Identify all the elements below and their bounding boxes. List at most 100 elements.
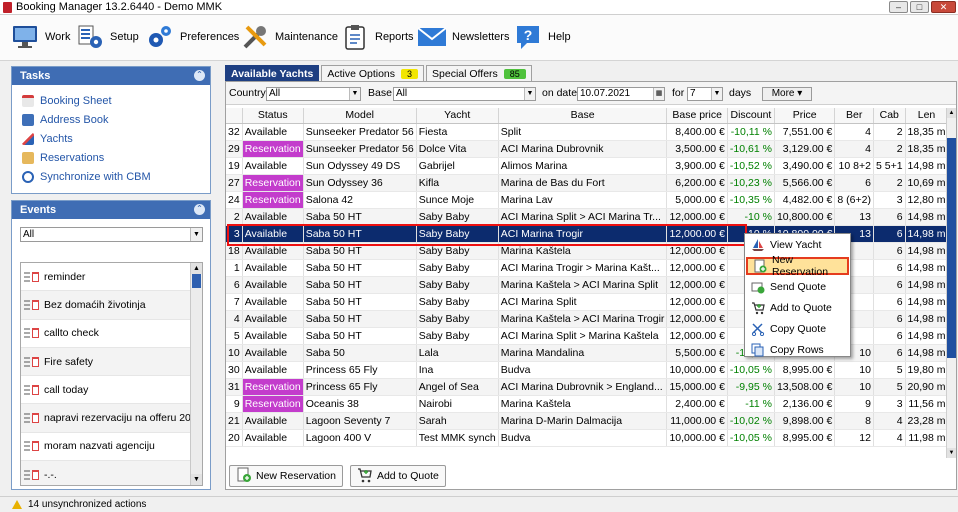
task-reservations[interactable]: Reservations — [22, 148, 210, 167]
cell-status: Available — [242, 361, 304, 379]
table-row[interactable]: 2 Available Saba 50 HT Saby Baby ACI Marina … — [226, 208, 946, 226]
scroll-up-icon[interactable]: ▲ — [947, 108, 956, 118]
close-button[interactable]: ✕ — [931, 1, 956, 13]
table-row[interactable]: 30 Available Princess 65 Fly Ina Budva 10,000… — [226, 361, 946, 379]
scroll-thumb[interactable] — [947, 138, 956, 358]
days-select[interactable]: 7 ▼ — [687, 87, 723, 101]
reports-button[interactable]: Reports — [340, 20, 414, 54]
tab-special-offers[interactable]: Special Offers 85 — [426, 65, 532, 81]
minimize-button[interactable]: – — [889, 1, 908, 13]
help-button[interactable]: ? Help — [513, 20, 571, 54]
table-row[interactable]: 19 Available Sun Odyssey 49 DS Gabrijel Alim… — [226, 157, 946, 175]
column-header-base[interactable]: Base — [498, 108, 668, 124]
column-header-length[interactable]: Len — [905, 108, 946, 124]
table-row[interactable]: 32 Available Sunseeker Predator 56 Fiesta Sp… — [226, 123, 946, 141]
column-header-yacht[interactable]: Yacht — [416, 108, 499, 124]
scroll-down-icon[interactable]: ▼ — [191, 474, 202, 485]
event-item[interactable]: callto check — [21, 320, 202, 348]
event-item[interactable]: Fire safety — [21, 347, 202, 377]
cell-yacht: Saby Baby — [416, 225, 499, 243]
event-icon — [23, 299, 41, 311]
event-icon — [23, 412, 41, 424]
table-row[interactable]: 9 Reservation Oceanis 38 Nairobi Marina Kašt… — [226, 395, 946, 413]
column-header-index[interactable] — [226, 108, 243, 124]
cell-base-price: 8,400.00 € — [666, 123, 728, 141]
cell-price: 2,136.00 € — [774, 395, 836, 413]
column-header-price[interactable]: Price — [774, 108, 836, 124]
table-row[interactable]: 27 Reservation Sun Odyssey 36 Kifla Marina d… — [226, 174, 946, 192]
table-row[interactable]: 21 Available Lagoon Seventy 7 Sarah Marina D… — [226, 412, 946, 430]
events-scrollbar[interactable]: ▲ ▼ — [190, 263, 202, 485]
table-row[interactable]: 24 Reservation Salona 42 Sunce Moje Marina L… — [226, 191, 946, 209]
column-header-model[interactable]: Model — [303, 108, 417, 124]
column-header-cabins[interactable]: Cab — [873, 108, 906, 124]
cell-price: 3,129.00 € — [774, 140, 836, 158]
menu-new-reservation[interactable]: New Reservation — [746, 254, 849, 278]
date-input[interactable]: 10.07.2021 ▦ — [577, 87, 665, 101]
event-item[interactable]: -.-. — [21, 461, 202, 485]
table-row[interactable]: 31 Reservation Princess 65 Fly Angel of Sea… — [226, 378, 946, 396]
column-header-status[interactable]: Status — [242, 108, 304, 124]
menu-copy-rows[interactable]: Copy Rows — [746, 341, 849, 359]
country-select[interactable]: All ▼ — [266, 87, 361, 101]
event-item[interactable]: call today — [21, 376, 202, 405]
reports-label: Reports — [375, 31, 414, 43]
more-button[interactable]: More ▾ — [762, 87, 812, 101]
table-row[interactable]: 29 Reservation Sunseeker Predator 56 Dolce … — [226, 140, 946, 158]
cell-base-price: 5,000.00 € — [666, 191, 728, 209]
cell-base-price: 10,000.00 € — [666, 429, 728, 447]
cell-model: Sunseeker Predator 56 — [303, 140, 417, 158]
cell-yacht: Saby Baby — [416, 208, 499, 226]
preferences-button[interactable]: Preferences — [145, 20, 239, 54]
maximize-button[interactable]: □ — [910, 1, 929, 13]
tab-active-options[interactable]: Active Options 3 — [321, 65, 425, 81]
cell-berths: 4 — [834, 140, 874, 158]
cell-cabins: 6 — [873, 293, 906, 311]
grid-scrollbar[interactable]: ▲ ▼ — [946, 108, 956, 458]
days-label: days — [729, 87, 752, 99]
collapse-tasks-icon[interactable]: ⌃ — [194, 70, 205, 81]
cell-base: Marina de Bas du Fort — [498, 174, 668, 192]
events-filter-select[interactable]: All ▼ — [20, 227, 203, 242]
table-row[interactable]: 20 Available Lagoon 400 V Test MMK synch Bud… — [226, 429, 946, 447]
task-yachts[interactable]: Yachts — [22, 129, 210, 148]
cell-model: Saba 50 HT — [303, 327, 417, 345]
add-to-quote-button[interactable]: Add to Quote — [349, 465, 446, 487]
bottom-actions: New Reservation Add to Quote — [229, 465, 446, 488]
event-item[interactable]: reminder — [21, 263, 202, 292]
scroll-down-icon[interactable]: ▼ — [947, 448, 956, 458]
scroll-up-icon[interactable]: ▲ — [191, 263, 202, 274]
wrench-screwdriver-icon — [240, 22, 270, 52]
calendar-icon[interactable]: ▦ — [653, 88, 664, 100]
event-item[interactable]: Bez domaćih životinja — [21, 291, 202, 320]
event-item[interactable]: napravi rezervaciju na offeru 200 — [21, 404, 202, 433]
cell-index: 24 — [226, 191, 243, 209]
cell-base-price: 12,000.00 € — [666, 310, 728, 328]
cell-yacht: Gabrijel — [416, 157, 499, 175]
collapse-events-icon[interactable]: ⌃ — [194, 204, 205, 215]
column-header-base-price[interactable]: Base price — [666, 108, 728, 124]
task-synchronize[interactable]: Synchronize with CBM — [22, 167, 210, 186]
new-reservation-button[interactable]: New Reservation — [229, 465, 343, 487]
base-select[interactable]: All ▼ — [393, 87, 536, 101]
maintenance-button[interactable]: Maintenance — [240, 20, 338, 54]
task-booking-sheet[interactable]: Booking Sheet — [22, 91, 210, 110]
cell-length: 11,56 m — [905, 395, 946, 413]
menu-copy-quote[interactable]: Copy Quote — [746, 320, 849, 338]
newsletters-button[interactable]: Newsletters — [417, 20, 509, 54]
cell-berths: 12 — [834, 429, 874, 447]
menu-add-to-quote[interactable]: Add to Quote — [746, 299, 849, 317]
scroll-thumb[interactable] — [192, 274, 201, 288]
menu-send-quote[interactable]: Send Quote — [746, 278, 849, 296]
tab-available-yachts[interactable]: Available Yachts — [225, 65, 320, 81]
work-button[interactable]: Work — [10, 20, 70, 54]
cell-model: Lagoon Seventy 7 — [303, 412, 417, 430]
cell-cabins: 3 — [873, 191, 906, 209]
event-item[interactable]: moram nazvati agenciju — [21, 433, 202, 462]
column-header-berths[interactable]: Ber — [834, 108, 874, 124]
setup-button[interactable]: Setup — [75, 20, 139, 54]
column-header-discount[interactable]: Discount — [727, 108, 775, 124]
cell-index: 27 — [226, 174, 243, 192]
task-address-book[interactable]: Address Book — [22, 110, 210, 129]
menu-view-yacht[interactable]: View Yacht — [746, 236, 849, 254]
